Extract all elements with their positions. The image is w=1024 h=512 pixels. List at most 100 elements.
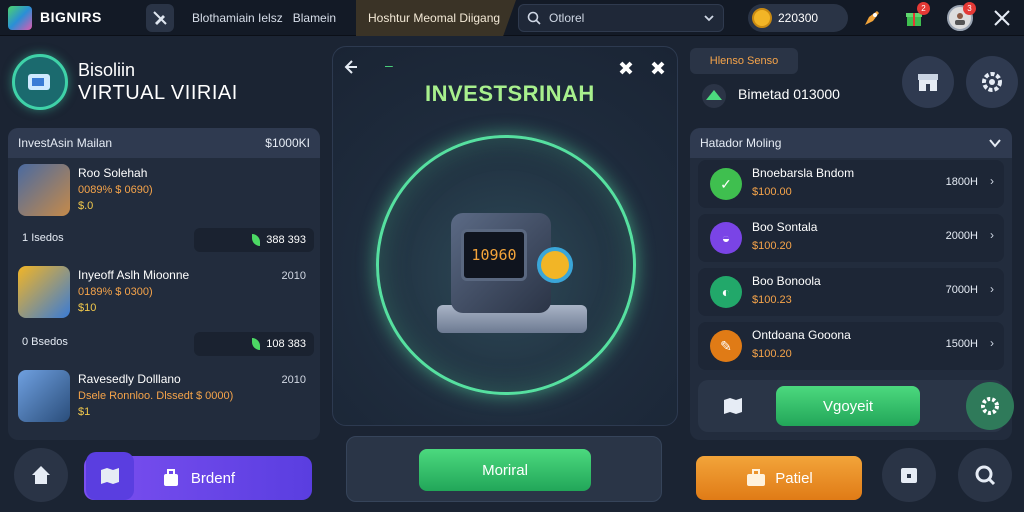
tab-label: Blamein (292, 11, 337, 25)
close-button[interactable] (988, 4, 1016, 32)
bell-icon: ◒ (710, 222, 742, 254)
puzzle-icon[interactable] (617, 59, 635, 77)
summary-value: 108 383 (266, 338, 306, 350)
edit-toggle-button[interactable] (146, 4, 174, 32)
wrench-icon: ✓ (710, 168, 742, 200)
chevron-down-icon (704, 15, 714, 22)
search-button[interactable] (958, 448, 1012, 502)
tab-hoshtur[interactable]: Hoshtur Meomal Diigang (356, 0, 516, 36)
confirm-button[interactable]: Vgoyeit (776, 386, 920, 426)
chevron-right-icon: › (990, 282, 994, 296)
close-icon (994, 10, 1010, 26)
tools-icon: ✎ (710, 330, 742, 362)
panel-header[interactable]: Hatador Moling (690, 128, 1012, 158)
investment-item[interactable]: Ravesedly Dolllano Dsele Ronnloo. Dlssed… (16, 370, 314, 426)
coin-icon (537, 247, 573, 283)
app-title: BIGNIRS (40, 9, 102, 25)
item-name: Ontdoana Gooona (752, 328, 851, 342)
machine-icon[interactable]: 10960 (451, 189, 573, 319)
item-stat: 0189% $ 0300) (78, 286, 153, 298)
bag-icon (163, 469, 178, 486)
gear-button[interactable] (966, 382, 1014, 430)
item-right-value: 2010 (281, 374, 306, 386)
leaf-icon (252, 338, 261, 350)
primary-action-button[interactable]: Moriral (419, 449, 591, 491)
tab-blothamiain[interactable]: Blothamiain Ielsz Blamein (186, 0, 356, 36)
showcase-title: INVESTSRINAH (425, 81, 595, 106)
coin-balance[interactable]: 220300 (748, 4, 848, 32)
gift-button[interactable]: 2 (900, 2, 930, 32)
item-value: $10 (78, 302, 97, 314)
item-summary-row[interactable]: 0 Bsedos 108 383 (16, 332, 314, 356)
item-right-value: 2010 (281, 270, 306, 282)
profile-avatar-button[interactable]: 3 (946, 2, 976, 32)
home-button[interactable] (14, 448, 68, 502)
search-dropdown[interactable]: Otlorel (518, 4, 724, 32)
wallet-icon[interactable] (12, 54, 68, 110)
coin-icon (752, 8, 772, 28)
machine-screen: 10960 (461, 229, 527, 281)
store-icon (18, 164, 70, 216)
minus-icon: – (385, 57, 393, 73)
item-name: Ravesedly Dolllano (78, 372, 181, 386)
item-amount: 7000H (945, 284, 978, 296)
coin-value: 220300 (778, 11, 819, 25)
item-summary-row[interactable]: 1 Isedos 388 393 (16, 228, 314, 252)
market-item[interactable]: ✎ Ontdoana Gooona $100.20 1500H › (698, 322, 1004, 370)
panel-title: Hatador Moling (700, 136, 782, 150)
notification-badge: 3 (963, 2, 976, 15)
store-icon (918, 74, 938, 91)
item-name: Roo Solehah (78, 166, 148, 180)
item-value: $.0 (78, 200, 94, 212)
calendar-button[interactable] (882, 448, 936, 502)
calendar-icon (901, 468, 917, 483)
secondary-action-button[interactable]: Patiel (696, 456, 862, 500)
item-stat: 0089% $ 0690) (78, 184, 153, 196)
summary-label: 0 Bsedos (22, 336, 68, 348)
market-footer: Vgoyeit (698, 380, 1014, 432)
item-price: $100.20 (752, 348, 792, 360)
item-price: $100.20 (752, 240, 792, 252)
item-price: $100.00 (752, 186, 792, 198)
investment-item[interactable]: Roo Solehah 0089% $ 0690) $.0 (16, 164, 314, 220)
map-icon[interactable] (722, 396, 744, 416)
panel-header: InvestAsin Mailan $1000KI (8, 128, 320, 158)
investment-showcase: – INVESTSRINAH 10960 (332, 46, 678, 426)
office-icon (18, 370, 70, 422)
panel-title: InvestAsin Mailan (18, 136, 113, 150)
briefcase-icon (747, 469, 766, 486)
rocket-button[interactable] (858, 4, 886, 32)
chevron-down-icon (989, 139, 1001, 148)
item-name: Bnoebarsla Bndom (752, 166, 855, 180)
notification-badge: 2 (917, 2, 930, 15)
market-item[interactable]: ◒ Boo Sontala $100.20 2000H › (698, 214, 1004, 262)
investment-panel: InvestAsin Mailan $1000KI Roo Solehah 00… (8, 128, 320, 440)
market-item[interactable]: ✓ Bnoebarsla Bndom $100.00 1800H › (698, 160, 1004, 208)
button-label: Patiel (775, 469, 813, 487)
search-value: Otlorel (549, 11, 585, 25)
pencil-off-icon (153, 11, 167, 25)
item-value: $1 (78, 406, 91, 418)
back-arrow-icon[interactable] (343, 59, 359, 75)
market-item[interactable]: ◐ Boo Bonoola $100.23 7000H › (698, 268, 1004, 316)
tab-label: Hoshtur Meomal Diigang (368, 11, 501, 25)
settings-gear-icon (982, 72, 1002, 92)
store-button[interactable] (902, 56, 954, 108)
search-icon (527, 11, 541, 25)
tab-label: Blothamiain Ielsz (192, 11, 283, 25)
leaf-icon (252, 234, 261, 246)
chevron-right-icon: › (990, 228, 994, 242)
item-stat: Dsele Ronnloo. Dlssedt $ 0000) (78, 390, 234, 402)
item-name: Boo Sontala (752, 220, 818, 234)
building-icon (18, 266, 70, 318)
rocket-icon (865, 11, 879, 25)
profile-name: Bisoliin (78, 60, 136, 80)
profile-subtitle: VIRTUAL VIIRIAI (78, 82, 238, 104)
map-button[interactable] (86, 452, 134, 500)
close-icon[interactable] (649, 59, 667, 77)
market-panel: Hatador Moling ✓ Bnoebarsla Bndom $100.0… (690, 128, 1014, 440)
investment-item[interactable]: Inyeoff Aslh Mioonne 0189% $ 0300) $10 2… (16, 266, 314, 322)
settings-button[interactable] (966, 56, 1018, 108)
item-amount: 1800H (945, 176, 978, 188)
top-bar: BIGNIRS Blothamiain Ielsz Blamein Hoshtu… (0, 0, 1024, 36)
